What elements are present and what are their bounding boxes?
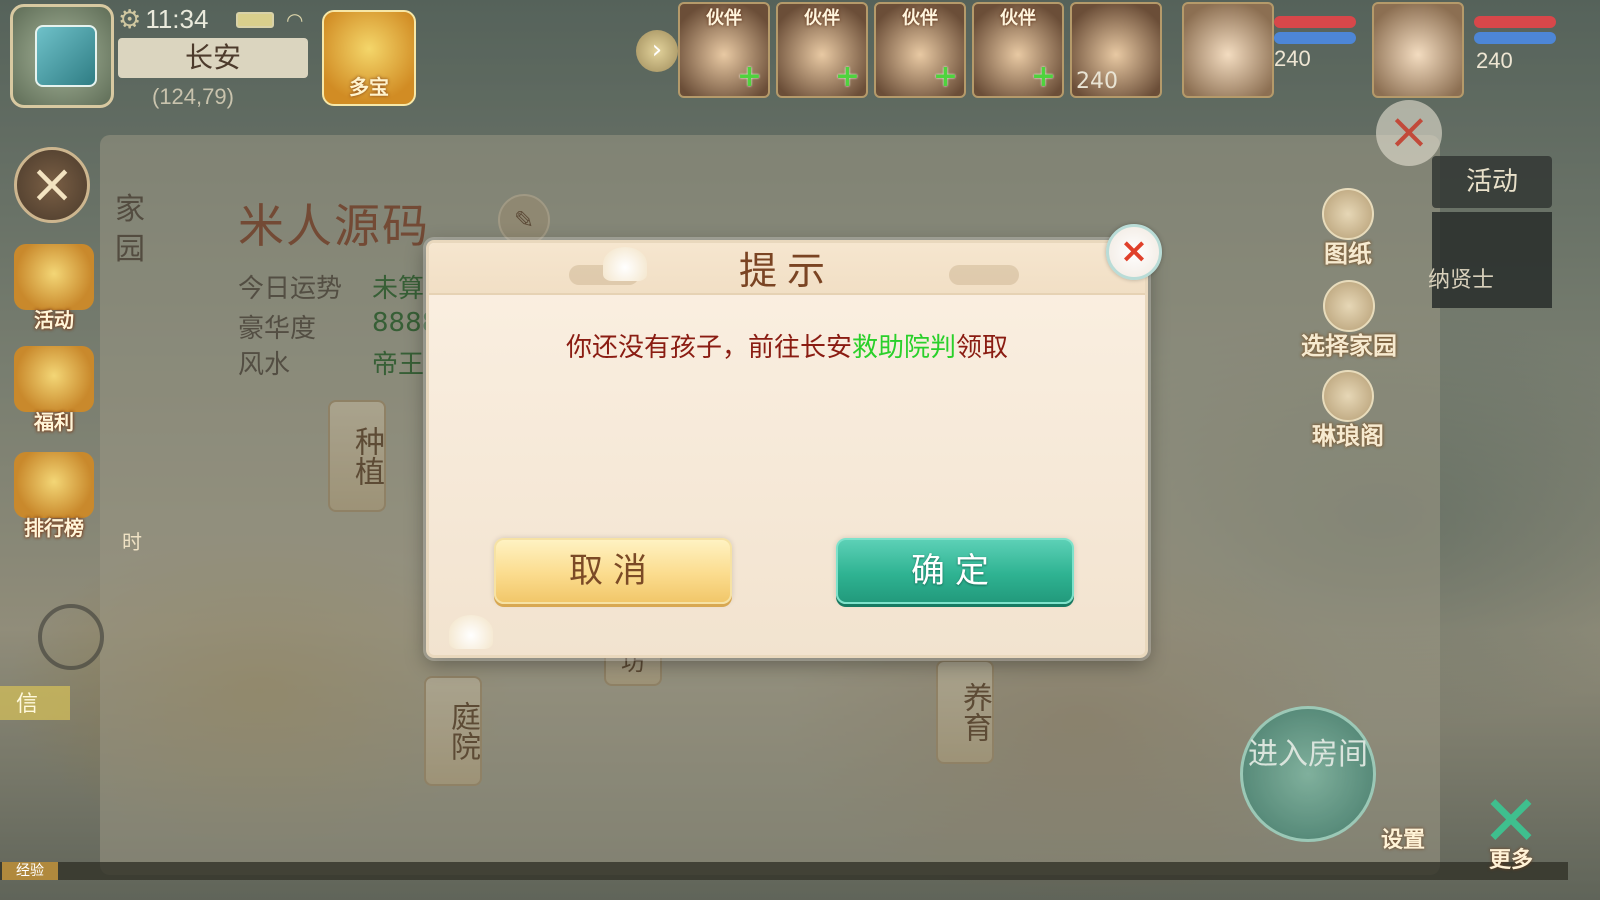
close-home-button[interactable]: × [14, 147, 90, 223]
plus-icon: + [736, 59, 762, 94]
swap-icon [1323, 280, 1375, 332]
message-suffix: 领取 [956, 333, 1009, 363]
clock: ⚙ 11:34 [118, 4, 208, 35]
dialog-title: 提示 [738, 249, 835, 293]
gift-icon [14, 346, 94, 412]
refresh-icon[interactable] [38, 604, 104, 670]
chat-channel-button[interactable]: 信 [0, 686, 70, 720]
book-icon [1322, 188, 1374, 240]
player-level: 240 [1476, 48, 1513, 73]
partner-slot[interactable]: 伙伴 + [776, 2, 868, 98]
cancel-button[interactable]: 取消 [494, 538, 732, 604]
map-scroll-icon [35, 25, 97, 87]
exp-label: 经验 [2, 862, 58, 880]
close-icon: × [1119, 231, 1149, 271]
location-name[interactable]: 长安 [118, 38, 308, 78]
right-menu-label: 选择家园 [1301, 332, 1397, 360]
plus-icon: + [932, 59, 958, 94]
leader-level: 240 [1076, 69, 1118, 94]
menu-label: 活动 [34, 308, 74, 332]
choose-home-button[interactable]: 选择家园 [1294, 280, 1404, 361]
ranking-icon [14, 452, 94, 518]
gear-icon: ⚙ [118, 4, 142, 34]
right-menu-label: 图纸 [1324, 240, 1372, 268]
hp-bar [1274, 16, 1356, 28]
more-button[interactable]: ✕ 更多 [1466, 786, 1556, 873]
partner-tag: 伙伴 [902, 8, 938, 29]
partner-tag: 伙伴 [706, 8, 742, 29]
player-portrait[interactable] [1372, 2, 1464, 98]
chevron-right-icon: › [651, 35, 663, 65]
wifi-icon: ◠ [286, 8, 304, 32]
npc-name[interactable]: 纳贤士 [1428, 262, 1494, 294]
enter-room-button[interactable]: 进入房间 [1240, 706, 1376, 842]
duobao-button[interactable]: 多宝 [322, 10, 416, 106]
expand-arrow-button[interactable]: › [636, 30, 678, 72]
shop-button[interactable]: 琳琅阁 [1302, 370, 1394, 451]
menu-label: 福利 [34, 410, 74, 434]
dialog-message: 你还没有孩子，前往长安救助院判领取 [429, 327, 1145, 364]
pavilion-icon [1322, 370, 1374, 422]
location-coords: (124,79) [152, 84, 234, 109]
menu-ranking-button[interactable]: 排行榜 [8, 452, 100, 542]
dialog-close-button[interactable]: × [1106, 224, 1162, 280]
menu-activity-button[interactable]: 活动 [8, 244, 100, 334]
horn-icon [14, 244, 94, 310]
menu-label: 排行榜 [24, 516, 84, 540]
plus-icon: + [1030, 59, 1056, 94]
confirm-button[interactable]: 确定 [836, 538, 1074, 604]
partner-tag: 伙伴 [804, 8, 840, 29]
more-label: 更多 [1488, 848, 1533, 873]
duobao-label: 多宝 [349, 75, 389, 99]
partner-slot[interactable]: 伙伴 + [972, 2, 1064, 98]
message-link[interactable]: 救助院判 [852, 333, 956, 363]
partner-slot[interactable]: 伙伴 + [678, 2, 770, 98]
hp-bar [1474, 16, 1556, 28]
menu-welfare-button[interactable]: 福利 [8, 346, 100, 436]
activity-tab[interactable]: 活动 [1432, 156, 1552, 208]
right-menu-label: 琳琅阁 [1312, 422, 1384, 450]
message-prefix: 你还没有孩子，前往长安 [565, 333, 852, 363]
leader-portrait[interactable]: 240 [1070, 2, 1162, 98]
settings-button[interactable]: 设置 [1366, 822, 1440, 854]
lotus-ornament [449, 615, 493, 649]
close-icon: × [1388, 102, 1430, 160]
partner-slot[interactable]: 伙伴 + [874, 2, 966, 98]
partner-tag: 伙伴 [1000, 8, 1036, 29]
blueprint-button[interactable]: 图纸 [1302, 188, 1394, 269]
close-icon: × [29, 152, 75, 215]
mp-bar [1274, 32, 1356, 44]
clock-time: 11:34 [145, 4, 209, 34]
hero-level: 240 [1274, 46, 1311, 71]
hero-portrait[interactable] [1182, 2, 1274, 98]
world-map-button[interactable] [10, 4, 114, 108]
plus-icon: + [834, 59, 860, 94]
mp-bar [1474, 32, 1556, 44]
battery-icon [236, 12, 274, 28]
exp-bar [0, 862, 1568, 880]
time-label: 时 [122, 530, 142, 554]
close-right-button[interactable]: × [1376, 100, 1442, 166]
